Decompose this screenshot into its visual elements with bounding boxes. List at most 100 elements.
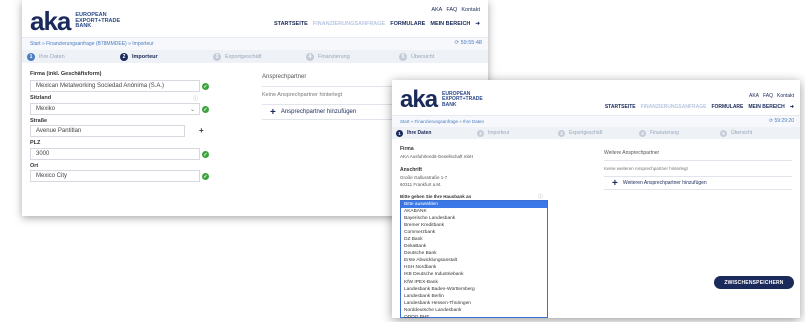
nav-formulare[interactable]: FORMULARE [390,21,425,27]
top-links: AKA FAQ Kontakt [431,7,480,13]
bank-option[interactable]: Commerzbank [401,229,547,236]
step-importeur[interactable]: 2 Importeur [473,127,554,139]
city-input[interactable]: Mexico City [30,170,200,182]
nav-formulare[interactable]: FORMULARE [711,104,743,110]
logo-mark: aka [400,86,438,113]
bank-option[interactable]: Bitte auswählen [401,201,547,209]
step-ihre-daten[interactable]: 1 Ihre Daten [22,50,115,63]
bank-option[interactable]: IKB Deutsche Industriebank [401,271,547,278]
logout-icon[interactable]: ➜ [475,21,480,27]
step-finanzierung[interactable]: 4 Finanzierung [635,127,716,139]
bank-option[interactable]: Landesbank Hessen-Thüringen [401,300,547,307]
logo-wordmark: EUROPEAN EXPORT+TRADE BANK [75,12,120,30]
step-label: Finanzierung [650,130,679,136]
bank-option[interactable]: AKABANK [401,208,547,215]
top-links: AKA FAQ Kontakt [749,93,794,99]
add-contact-label: Ansprechpartner hinzufügen [280,109,357,115]
nav-mein-bereich[interactable]: MEIN BEREICH [748,104,784,110]
check-icon: ✓ [202,173,209,180]
aka-logo[interactable]: aka EUROPEAN EXPORT+TRADE BANK [400,86,483,114]
bank-option[interactable]: DZ Bank [401,236,547,243]
add-contact-button[interactable]: + Weiteren Ansprechpartner hinzufügen [604,176,792,190]
step-label: Importeur [488,130,510,136]
breadcrumb-bar: Start » Finanzierungsanfrage (B78MMDEE) … [22,37,488,50]
country-label: Sitzland [30,95,52,101]
step-ihre-daten[interactable]: 1 Ihre Daten [392,127,473,139]
chevron-down-icon: ⌄ [189,106,195,113]
aka-logo[interactable]: aka EUROPEAN EXPORT+TRADE BANK [30,6,120,37]
nav-mein-bereich[interactable]: MEIN BEREICH [430,21,470,27]
step-uebersicht[interactable]: 5 Übersicht [394,50,487,63]
address-line-1: Große Gallusstraße 1-7 [400,175,448,180]
bank-option[interactable]: Deutsche Bank [401,250,547,257]
zip-input[interactable]: 3000 [30,148,200,160]
nav-startseite[interactable]: STARTSEITE [605,104,636,110]
breadcrumb-bar: Start » Finanzierungsanfrage » Ihre Date… [392,115,800,127]
step-number: 2 [120,52,128,61]
breadcrumb[interactable]: Start » Finanzierungsanfrage » Ihre Date… [400,119,484,124]
company-value: AKA Ausfuhrkredit-Gesellschaft mbH [400,154,474,159]
save-draft-button[interactable]: ZWISCHENSPEICHERN [714,276,794,289]
nav-finanzierungsanfrage[interactable]: FINANZIERUNGSANFRAGE [641,104,707,110]
step-uebersicht[interactable]: 5 Übersicht [716,127,797,139]
bank-option[interactable]: Norddeutsche Landesbank [401,307,547,314]
bank-option[interactable]: Landesbank Baden-Württemberg [401,286,547,293]
bank-option[interactable]: KfW IPEX-Bank [401,279,547,286]
street-input[interactable]: Avenue Pantitlan [30,125,185,137]
contacts-note: Keine Ansprechpartner hinterlegt [262,92,343,98]
contacts-title: Weitere Ansprechpartner [604,150,660,156]
refresh-icon[interactable]: ⟳ [769,118,773,124]
bank-options-list[interactable]: Bitte auswählen AKABANK Bayerische Landesb… [401,201,547,318]
step-number: 1 [396,129,403,137]
company-label: Firma [400,146,414,152]
step-importeur[interactable]: 2 Importeur [115,50,208,63]
link-faq[interactable]: FAQ [446,7,457,13]
info-icon[interactable]: ⓘ [193,95,198,102]
company-value: Mexican Metalworking Sociedad Anónima (S… [36,83,165,89]
refresh-icon[interactable]: ⟳ [454,40,459,46]
link-faq[interactable]: FAQ [763,93,773,99]
step-number: 5 [399,52,407,61]
step-number: 2 [477,129,484,137]
contacts-title: Ansprechpartner [262,74,307,80]
logo-mark: aka [30,6,71,36]
country-select[interactable]: Mexiko ⌄ [30,103,200,115]
add-address-line-icon[interactable]: + [199,126,204,135]
breadcrumb[interactable]: Start » Finanzierungsanfrage (B78MMDEE) … [30,41,154,47]
zip-label: PLZ [30,140,41,146]
logout-icon[interactable]: ➜ [790,104,794,110]
add-contact-label: Weiteren Ansprechpartner hinzufügen [622,180,707,186]
link-aka[interactable]: AKA [749,93,759,99]
check-icon: ✓ [202,106,209,113]
bank-option[interactable]: ODDO BHF [401,314,547,318]
step-number: 4 [306,52,314,61]
link-aka[interactable]: AKA [431,7,442,13]
bank-option[interactable]: Bremer Kreditbank [401,222,547,229]
step-label: Ihre Daten [39,53,65,60]
step-number: 4 [639,129,646,137]
link-kontakt[interactable]: Kontakt [777,93,794,99]
main-nav: STARTSEITE FINANZIERUNGSANFRAGE FORMULAR… [605,104,794,110]
step-exportgeschaeft[interactable]: 3 Exportgeschäft [208,50,301,63]
step-finanzierung[interactable]: 4 Finanzierung [301,50,394,63]
bank-select-dropdown[interactable]: Bitte auswählen AKABANK Bayerische Landesb… [400,200,548,318]
address-label: Anschrift [400,167,422,173]
nav-finanzierungsanfrage[interactable]: FINANZIERUNGSANFRAGE [313,21,385,27]
info-icon[interactable]: ⓘ [538,193,543,200]
bank-option[interactable]: Bayerische Landesbank [401,215,547,222]
plus-icon: + [612,177,618,189]
step-exportgeschaeft[interactable]: 3 Exportgeschäft [554,127,635,139]
nav-startseite[interactable]: STARTSEITE [274,21,308,27]
bank-option[interactable]: Erste Abwicklungsanstalt [401,257,547,264]
link-kontakt[interactable]: Kontakt [461,7,480,13]
step-number: 3 [213,52,221,61]
logo-wordmark: EUROPEAN EXPORT+TRADE BANK [442,91,483,108]
logo-line-3: BANK [442,101,457,108]
bank-option[interactable]: Landesbank Berlin [401,293,547,300]
street-value: Avenue Pantitlan [36,128,82,134]
address-line-2: 60311 Frankfurt a.M. [400,182,442,187]
bank-option[interactable]: DekaBank [401,243,547,250]
step-label: Übersicht [731,130,753,136]
company-input[interactable]: Mexican Metalworking Sociedad Anónima (S… [30,80,200,92]
bank-option[interactable]: HSH Nordbank [401,264,547,271]
